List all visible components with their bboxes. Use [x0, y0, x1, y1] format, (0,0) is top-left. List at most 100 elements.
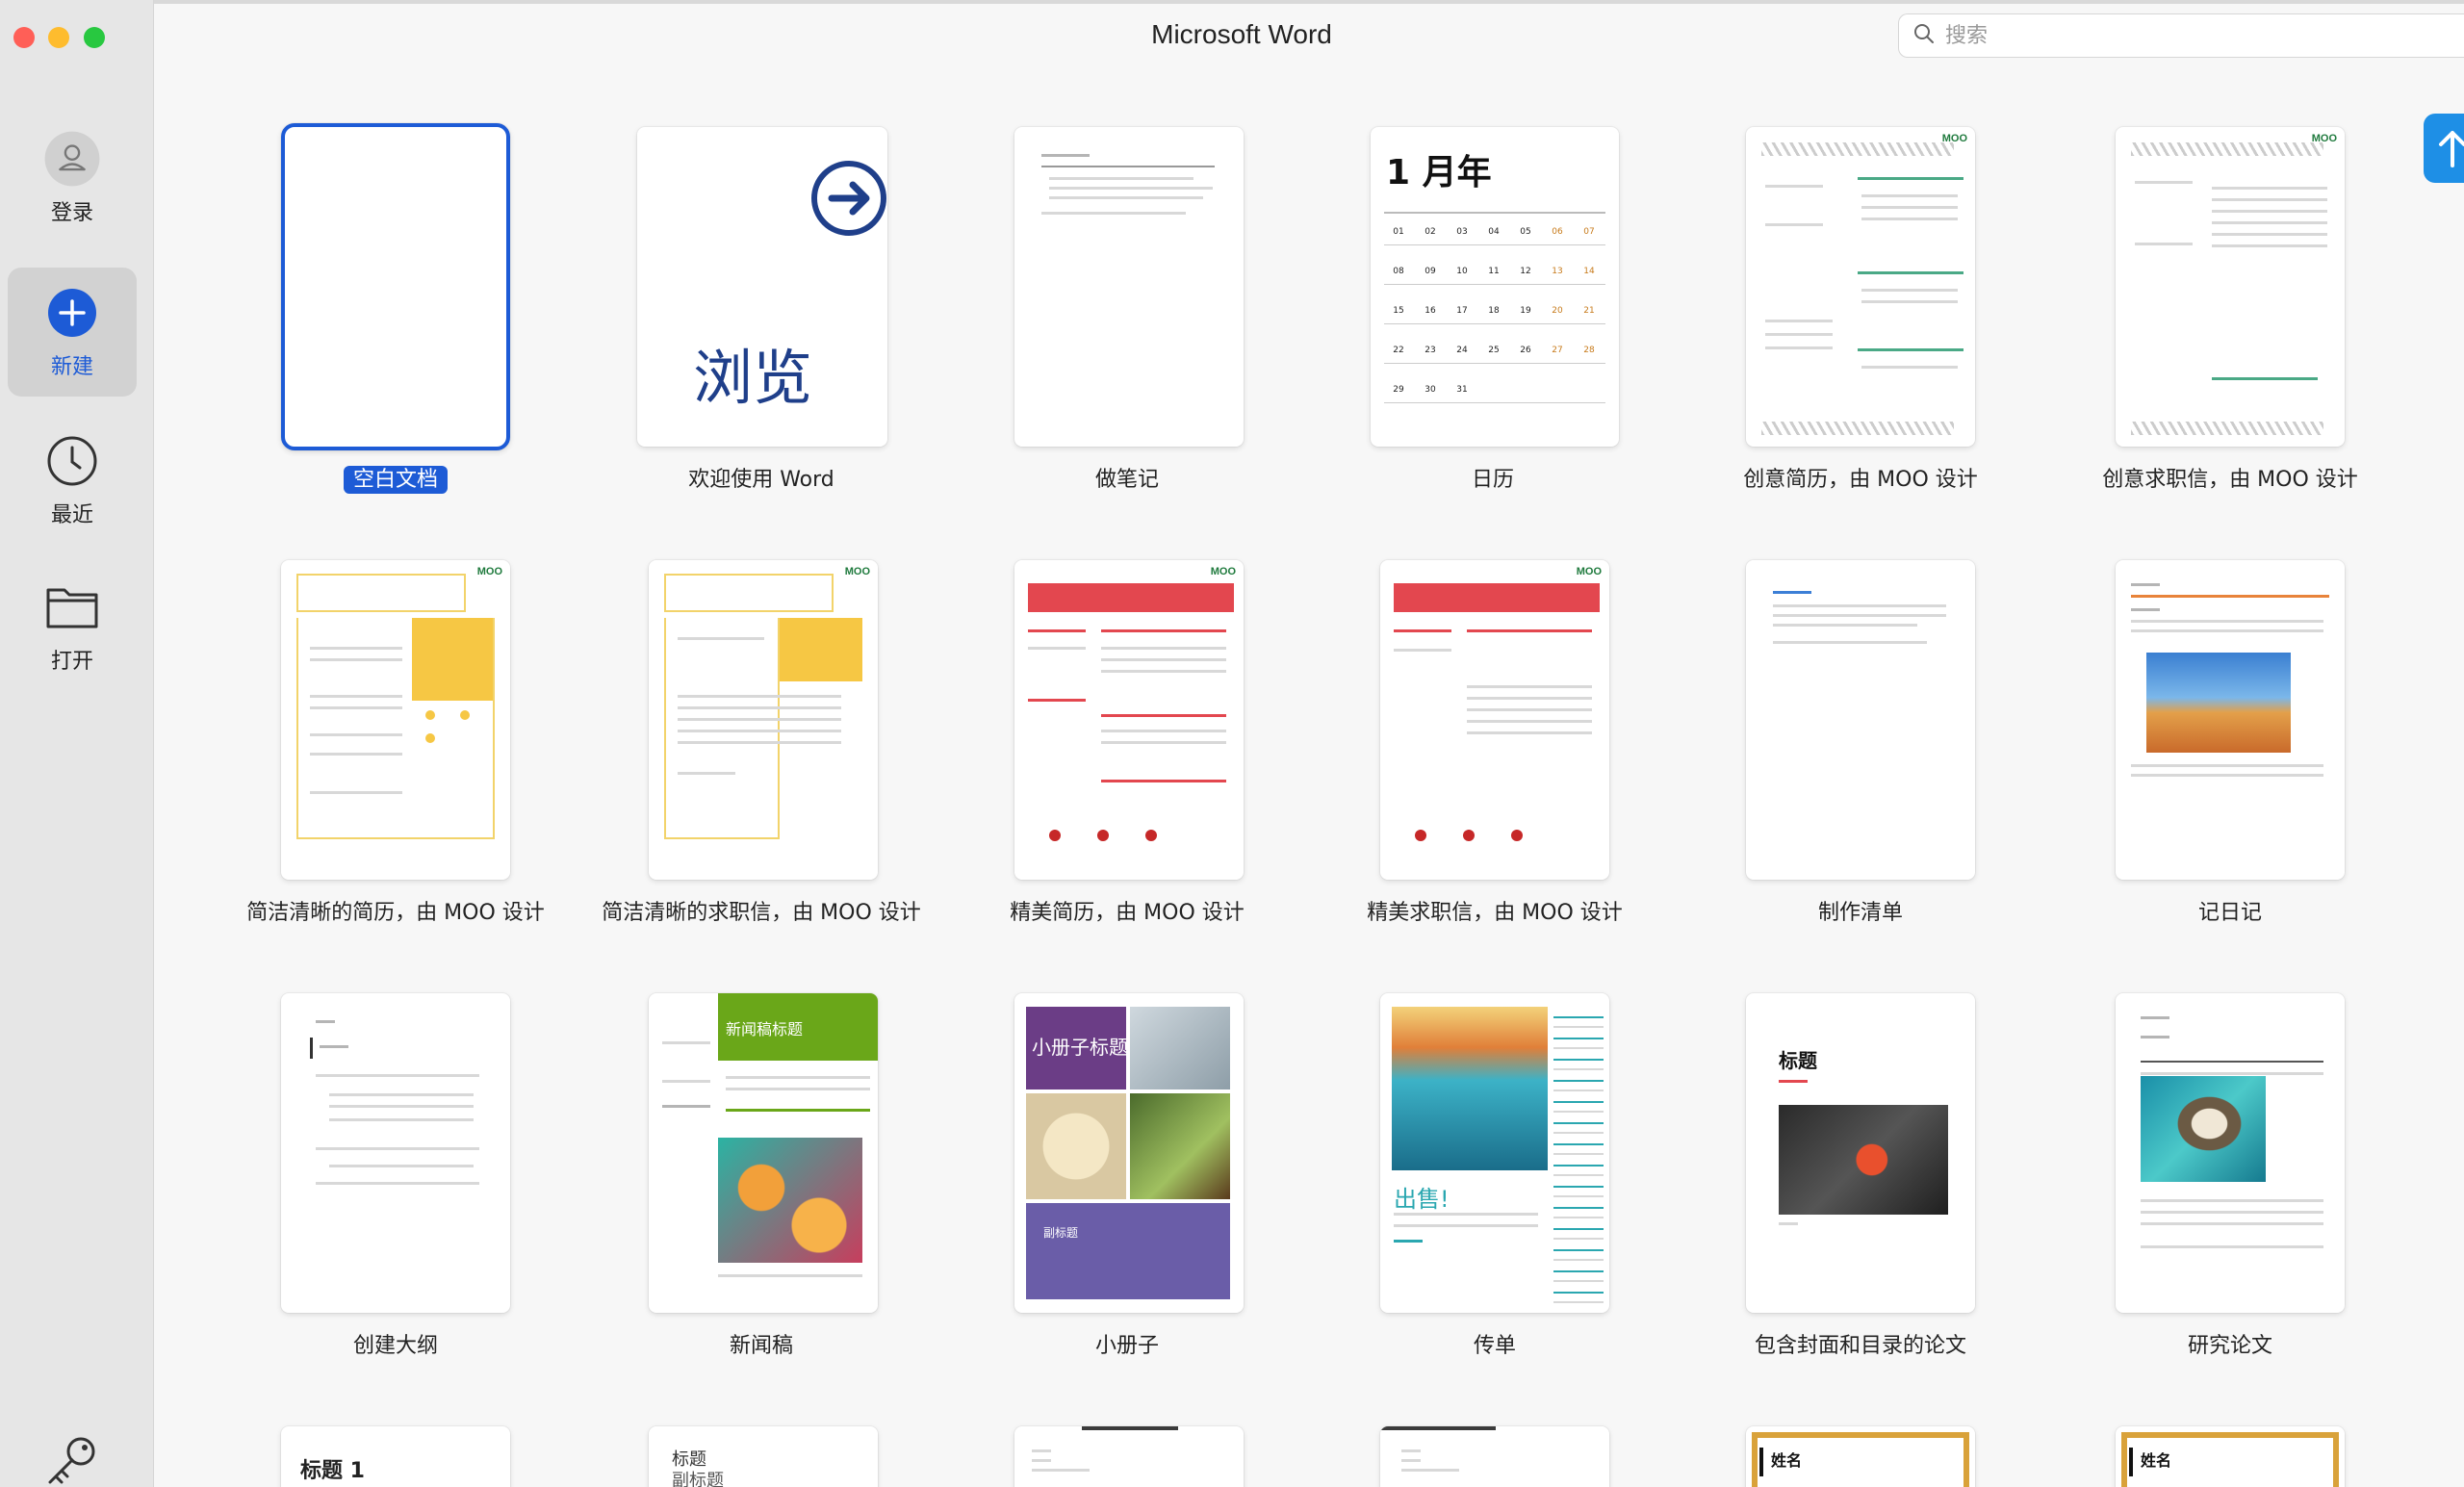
template-thumb-notes[interactable]: [1014, 127, 1244, 447]
template-thumb-row4-4[interactable]: [1380, 1426, 1609, 1487]
calendar-day: 27: [1552, 346, 1563, 355]
template-label: 精美求职信，由 MOO 设计: [1367, 901, 1623, 925]
close-window-button[interactable]: [13, 27, 35, 48]
paper-title: 标题: [1779, 1049, 1817, 1072]
arrow-up-icon: [2439, 131, 2464, 167]
calendar-day: 18: [1488, 306, 1500, 316]
template-thumb-creative-resume[interactable]: MOO: [1746, 127, 1975, 447]
newsletter-title: 新闻稿标题: [726, 1020, 804, 1038]
template-label: 精美简历，由 MOO 设计: [1010, 901, 1245, 925]
calendar-day: 26: [1520, 346, 1531, 355]
template-label: 做笔记: [1094, 468, 1159, 492]
calendar-day: 07: [1583, 227, 1595, 237]
research-photo: [2141, 1076, 2266, 1182]
template-label: 创建大纲: [352, 1334, 438, 1358]
sidebar-item-recent[interactable]: 最近: [8, 416, 137, 545]
calendar-row-rule: [1384, 284, 1605, 285]
calendar-day: 15: [1393, 306, 1404, 316]
sidebar-item-label: 新建: [50, 354, 93, 378]
template-thumb-clean-cover-letter[interactable]: MOO: [649, 560, 878, 880]
template-thumb-newsletter[interactable]: 新闻稿标题: [649, 993, 878, 1313]
template-thumb-list[interactable]: [1746, 560, 1975, 880]
calendar-day: 19: [1520, 306, 1531, 316]
template-thumb-row4-5[interactable]: 姓名: [1746, 1426, 1975, 1487]
calendar-row-rule: [1384, 363, 1605, 364]
thumb-heading: 标题 1: [300, 1459, 365, 1483]
calendar-row-rule: [1384, 402, 1605, 403]
sidebar-item-label: 最近: [50, 502, 93, 526]
flyer-photo: [1392, 1007, 1548, 1170]
template-label: 欢迎使用 Word: [688, 468, 834, 492]
arrow-right-icon: [811, 161, 886, 236]
thumb-subheading: 副标题: [672, 1471, 724, 1487]
search-box[interactable]: [1898, 13, 2464, 58]
template-thumb-row4-1[interactable]: 标题 1: [281, 1426, 510, 1487]
calendar-day: 31: [1456, 385, 1468, 395]
template-thumb-row4-2[interactable]: 标题 副标题: [649, 1426, 878, 1487]
flyer-title: 出售!: [1394, 1186, 1450, 1213]
newsletter-photo: [718, 1138, 862, 1263]
template-thumb-row4-3[interactable]: [1014, 1426, 1244, 1487]
template-label: 包含封面和目录的论文: [1754, 1334, 1966, 1358]
paper-photo: [1779, 1105, 1948, 1215]
calendar-row-rule: [1384, 323, 1605, 324]
calendar-day: 28: [1583, 346, 1595, 355]
moo-logo: MOO: [473, 564, 506, 579]
window-top-edge: [0, 0, 2464, 4]
template-thumb-creative-cover-letter[interactable]: MOO: [2116, 127, 2345, 447]
sidebar-item-label: 打开: [50, 649, 93, 673]
calendar-day: 08: [1393, 267, 1404, 276]
sidebar-item-new[interactable]: 新建: [8, 268, 137, 397]
calendar-day: 03: [1456, 227, 1468, 237]
calendar-day: 04: [1488, 227, 1500, 237]
calendar-day: 24: [1456, 346, 1468, 355]
thumb-heading: 姓名: [2141, 1451, 2172, 1470]
moo-logo: MOO: [1572, 564, 1605, 579]
search-icon: [1912, 22, 1936, 50]
template-label: 记日记: [2197, 901, 2262, 925]
template-thumb-outline[interactable]: [281, 993, 510, 1313]
calendar-day: 16: [1424, 306, 1436, 316]
sidebar-item-signin[interactable]: 登录: [8, 114, 137, 243]
calendar-title: 1 月年: [1386, 153, 1492, 192]
user-icon: [43, 130, 101, 188]
calendar-day: 20: [1552, 306, 1563, 316]
calendar-day: 13: [1552, 267, 1563, 276]
template-thumb-welcome[interactable]: 浏览: [637, 127, 887, 447]
brochure-title: 小册子标题: [1032, 1036, 1128, 1059]
template-label: 传单: [1473, 1334, 1516, 1358]
template-label: 简洁清晰的简历，由 MOO 设计: [246, 901, 545, 925]
journal-photo: [2146, 653, 2291, 753]
template-thumb-research[interactable]: [2116, 993, 2345, 1313]
template-thumb-row4-6[interactable]: 姓名: [2116, 1426, 2345, 1487]
clock-icon: [43, 432, 101, 490]
template-thumb-blank[interactable]: [281, 123, 510, 450]
key-icon[interactable]: [42, 1434, 100, 1487]
template-thumb-clean-resume[interactable]: MOO: [281, 560, 510, 880]
upload-button[interactable]: [2424, 114, 2464, 183]
calendar-day: 30: [1424, 385, 1436, 395]
sidebar: 登录 新建 最近 打开: [0, 0, 154, 1487]
minimize-window-button[interactable]: [48, 27, 69, 48]
calendar-day: 22: [1393, 346, 1404, 355]
template-thumb-flyer[interactable]: 出售!: [1380, 993, 1609, 1313]
template-thumb-paper-toc[interactable]: 标题: [1746, 993, 1975, 1313]
sidebar-item-open[interactable]: 打开: [8, 562, 137, 691]
template-thumb-calendar[interactable]: 1 月年 01 02 03 04 05 06 07 08 09 10 11 12 13 14 15 16 17 1…: [1371, 127, 1619, 447]
template-label: 小册子: [1094, 1334, 1159, 1358]
folder-icon: [43, 578, 101, 636]
calendar-day: 06: [1552, 227, 1563, 237]
template-thumb-polished-cover-letter[interactable]: MOO: [1380, 560, 1609, 880]
zoom-window-button[interactable]: [84, 27, 105, 48]
search-input[interactable]: [1945, 23, 2426, 48]
calendar-day: 05: [1520, 227, 1531, 237]
calendar-day: 02: [1424, 227, 1436, 237]
calendar-day: 10: [1456, 267, 1468, 276]
template-thumb-polished-resume[interactable]: MOO: [1014, 560, 1244, 880]
calendar-day: 01: [1393, 227, 1404, 237]
template-thumb-brochure[interactable]: 小册子标题 副标题: [1014, 993, 1244, 1313]
template-label: 创意简历，由 MOO 设计: [1743, 468, 1978, 492]
template-thumb-journal[interactable]: [2116, 560, 2345, 880]
sidebar-item-label: 登录: [50, 200, 93, 224]
calendar-day: 09: [1424, 267, 1436, 276]
